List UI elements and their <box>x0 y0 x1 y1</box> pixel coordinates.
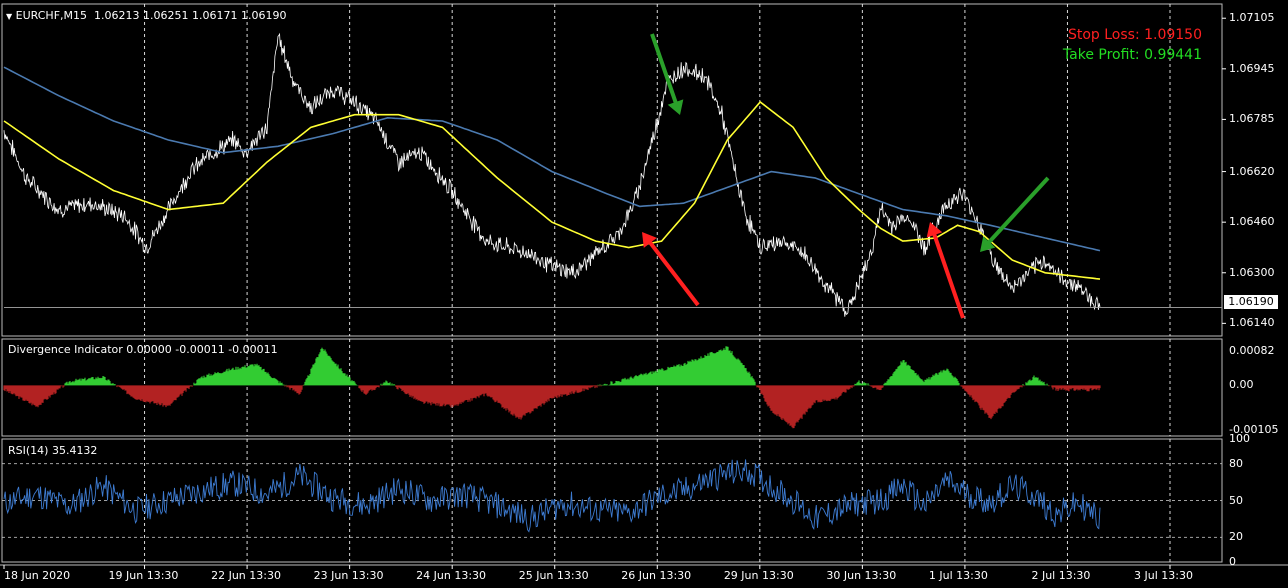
date-label: 18 Jun 2020 <box>4 569 71 582</box>
date-label: 3 Jul 13:30 <box>1134 569 1193 582</box>
date-label: 23 Jun 13:30 <box>313 569 384 582</box>
price-axis-label: 1.06300 <box>1229 265 1275 279</box>
ohlc-values: 1.06213 1.06251 1.06171 1.06190 <box>94 9 287 22</box>
green-arrow-down-icon <box>650 33 679 107</box>
rsi-axis-label: 0 <box>1229 555 1236 568</box>
divergence-axis-label: 0.00 <box>1229 378 1254 392</box>
date-label: 2 Jul 13:30 <box>1031 569 1091 582</box>
divergence-axis-label: 0.00082 <box>1229 343 1275 357</box>
rsi-axis-label: 50 <box>1229 493 1243 507</box>
symbol-header: ▼ EURCHF,M15 1.06213 1.06251 1.06171 1.0… <box>6 9 286 23</box>
date-label: 1 Jul 13:30 <box>928 569 988 582</box>
price-series-line <box>3 32 1101 317</box>
rsi-axis-label: 80 <box>1229 456 1243 470</box>
price-axis-label: 1.06140 <box>1229 316 1275 330</box>
fast-ma-line <box>3 100 1101 280</box>
current-price-badge: 1.06190 <box>1224 295 1278 309</box>
rsi-line <box>3 459 1101 533</box>
price-axis-label: 1.06785 <box>1229 112 1275 126</box>
date-label: 29 Jun 13:30 <box>723 569 794 582</box>
date-label: 25 Jun 13:30 <box>518 569 589 582</box>
date-label: 24 Jun 13:30 <box>416 569 487 582</box>
divergence-title: Divergence Indicator 0.00000 -0.00011 -0… <box>8 343 278 356</box>
green-arrow-down-icon <box>985 176 1050 246</box>
slow-ma-line <box>3 66 1101 252</box>
rsi-title: RSI(14) 35.4132 <box>8 444 98 457</box>
red-arrow-up-icon <box>646 238 700 307</box>
date-label: 19 Jun 13:30 <box>108 569 179 582</box>
stop-loss-label: Stop Loss: 1.09150 <box>1067 27 1202 43</box>
symbol-label: EURCHF,M15 <box>15 9 88 22</box>
rsi-axis-label: 100 <box>1229 432 1250 445</box>
price-axis-label: 1.06620 <box>1229 164 1275 178</box>
red-arrow-up-icon <box>931 230 965 319</box>
chart-canvas[interactable] <box>0 0 1288 588</box>
date-label: 30 Jun 13:30 <box>826 569 897 582</box>
main-panel-frame <box>1 3 1223 337</box>
rsi-axis-label: 20 <box>1229 530 1243 544</box>
dropdown-triangle-icon[interactable]: ▼ <box>6 12 12 21</box>
price-axis-label: 1.06460 <box>1229 215 1275 229</box>
take-profit-label: Take Profit: 0.99441 <box>1062 47 1202 63</box>
date-label: 26 Jun 13:30 <box>621 569 692 582</box>
price-axis-label: 1.07105 <box>1229 11 1275 25</box>
date-label: 22 Jun 13:30 <box>211 569 281 582</box>
price-axis-label: 1.06945 <box>1229 61 1275 75</box>
